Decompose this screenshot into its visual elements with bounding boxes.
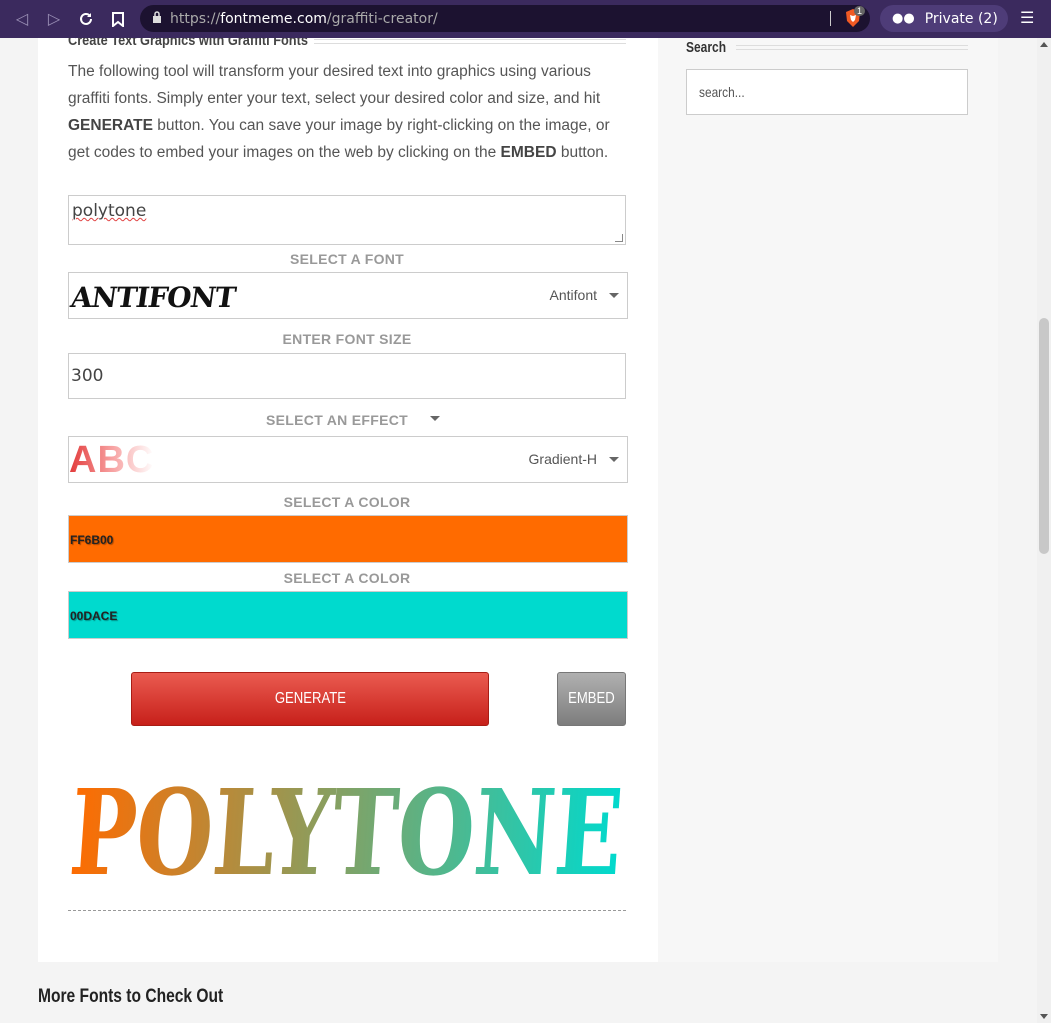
search-input[interactable]: search... xyxy=(686,69,968,115)
effect-preview: ABC xyxy=(69,439,155,481)
search-title: Search xyxy=(686,39,727,56)
effect-select-value: Gradient-H xyxy=(528,451,597,467)
back-icon[interactable]: ◁ xyxy=(6,3,38,35)
embed-button[interactable]: EMBED xyxy=(557,672,626,726)
shields-count-badge: 1 xyxy=(854,6,866,16)
effect-toggle-icon[interactable] xyxy=(430,416,440,421)
main-content: Create Text Graphics with Graffiti Fonts… xyxy=(38,38,658,962)
intro-text: The following tool will transform your d… xyxy=(68,63,610,161)
sidebar: Search search... xyxy=(658,38,998,962)
font-label: SELECT A FONT xyxy=(289,251,405,267)
result-divider xyxy=(68,910,626,911)
menu-icon[interactable]: ☰ xyxy=(1020,8,1034,28)
forward-icon[interactable]: ▷ xyxy=(38,3,70,35)
color2-picker[interactable]: 00DACE xyxy=(68,591,628,639)
scroll-up-icon[interactable] xyxy=(1040,42,1048,47)
effect-select[interactable]: ABC Gradient-H xyxy=(68,436,628,483)
url-text: https://fontmeme.com/graffiti-creator/ xyxy=(170,10,438,27)
resize-handle[interactable] xyxy=(615,234,623,242)
color1-picker[interactable]: FF6B00 xyxy=(68,515,628,563)
page-scrollbar[interactable] xyxy=(1037,38,1051,1023)
font-preview: ANTIFONT xyxy=(68,281,238,314)
private-glasses-icon: ●● xyxy=(892,11,915,26)
color2-label: SELECT A COLOR xyxy=(283,570,411,586)
generated-graffiti-image[interactable]: POLYTONE xyxy=(68,766,626,894)
graffiti-text: POLYTONE xyxy=(68,766,626,894)
private-window-button[interactable]: ●● Private (2) xyxy=(880,5,1008,32)
color1-label: SELECT A COLOR xyxy=(283,494,411,510)
generate-button[interactable]: GENERATE xyxy=(131,672,489,726)
private-label: Private (2) xyxy=(924,10,998,27)
font-select[interactable]: ANTIFONT Antifont xyxy=(68,272,628,319)
chevron-down-icon xyxy=(609,457,619,462)
text-input[interactable]: polytone xyxy=(68,195,626,245)
address-bar[interactable]: https://fontmeme.com/graffiti-creator/ 1 xyxy=(140,5,870,32)
heading-rule xyxy=(314,39,626,44)
scroll-thumb[interactable] xyxy=(1039,318,1049,554)
font-select-value: Antifont xyxy=(549,287,597,303)
bookmark-icon[interactable] xyxy=(102,3,134,35)
url-separator xyxy=(830,11,831,26)
tool-heading: Create Text Graphics with Graffiti Fonts xyxy=(68,38,308,49)
lock-icon xyxy=(152,11,162,26)
reload-icon[interactable] xyxy=(70,3,102,35)
more-fonts-heading: More Fonts to Check Out xyxy=(38,986,224,1007)
font-size-input[interactable]: 300 xyxy=(68,353,626,399)
size-label: ENTER FONT SIZE xyxy=(282,331,412,347)
page: Create Text Graphics with Graffiti Fonts… xyxy=(0,38,1037,1023)
scroll-down-icon[interactable] xyxy=(1040,1014,1048,1019)
search-title-rule xyxy=(736,45,968,50)
effect-label: SELECT AN EFFECT xyxy=(266,412,408,428)
chevron-down-icon xyxy=(609,293,619,298)
browser-toolbar: ◁ ▷ https://fontmeme.com/graffiti-creato… xyxy=(0,0,1051,38)
